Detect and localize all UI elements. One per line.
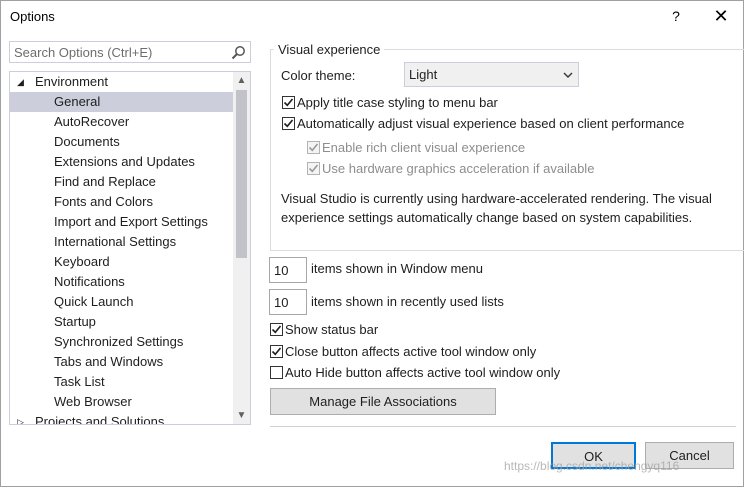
tree-item[interactable]: Notifications bbox=[10, 272, 233, 292]
tree-item-label: Web Browser bbox=[54, 394, 132, 409]
window-title: Options bbox=[10, 9, 55, 24]
color-theme-select[interactable]: Light bbox=[404, 62, 579, 87]
options-tree[interactable]: ◢ Environment General AutoRecover Documents E… bbox=[9, 71, 251, 425]
tree-item-label: Extensions and Updates bbox=[54, 154, 195, 169]
auto-adjust-checkbox[interactable] bbox=[282, 117, 295, 130]
tree-item-label: Tabs and Windows bbox=[54, 354, 164, 369]
checkmark-icon bbox=[271, 325, 282, 334]
expanded-arrow-icon[interactable]: ◢ bbox=[17, 72, 24, 92]
show-status-bar-checkbox[interactable] bbox=[270, 323, 283, 336]
tree-item-label: Fonts and Colors bbox=[54, 194, 153, 209]
tree-item[interactable]: AutoRecover bbox=[10, 112, 233, 132]
show-status-bar-label: Show status bar bbox=[285, 322, 379, 337]
window-menu-items-box[interactable] bbox=[269, 257, 307, 283]
tree-item-label: Environment bbox=[35, 74, 108, 89]
auto-hide-label: Auto Hide button affects active tool win… bbox=[285, 365, 561, 380]
tree-item-label: General bbox=[54, 94, 101, 109]
scroll-up-icon[interactable]: ▲ bbox=[233, 73, 250, 89]
checkmark-icon bbox=[283, 119, 294, 128]
manage-file-associations-button[interactable]: Manage File Associations bbox=[270, 388, 496, 415]
tree-item[interactable]: Fonts and Colors bbox=[10, 192, 233, 212]
tree-item-label: International Settings bbox=[54, 234, 177, 249]
tree-item[interactable]: Quick Launch bbox=[10, 292, 233, 312]
hw-accel-checkbox bbox=[307, 162, 320, 175]
rich-client-checkbox bbox=[307, 141, 320, 154]
tree-item[interactable]: Startup bbox=[10, 312, 233, 332]
tree-item[interactable]: Keyboard bbox=[10, 252, 233, 272]
tree-item[interactable]: Synchronized Settings bbox=[10, 332, 233, 352]
color-theme-value: Light bbox=[409, 67, 438, 82]
close-button[interactable]: ✕ bbox=[706, 3, 736, 29]
recent-list-items-input[interactable] bbox=[270, 290, 306, 314]
tree-item-label: Find and Replace bbox=[54, 174, 156, 189]
apply-title-case-label: Apply title case styling to menu bar bbox=[297, 95, 498, 110]
search-icon[interactable] bbox=[231, 45, 246, 60]
hw-accel-label: Use hardware graphics acceleration if av… bbox=[322, 161, 595, 176]
tree-item[interactable]: International Settings bbox=[10, 232, 233, 252]
collapsed-arrow-icon[interactable]: ▷ bbox=[17, 412, 24, 424]
checkmark-icon bbox=[283, 98, 294, 107]
apply-title-case-checkbox[interactable] bbox=[282, 96, 295, 109]
tree-item[interactable]: General bbox=[10, 92, 233, 112]
tree-item-label: Import and Export Settings bbox=[54, 214, 208, 229]
options-dialog: Options ? ✕ ◢ Environment General AutoRecov… bbox=[0, 0, 744, 487]
tree-item-label: Startup bbox=[54, 314, 96, 329]
tree-item[interactable]: Extensions and Updates bbox=[10, 152, 233, 172]
checkmark-icon bbox=[308, 143, 319, 152]
watermark: https://blog.csdn.net/chengyq116 bbox=[504, 459, 680, 473]
close-button-label: Close button affects active tool window … bbox=[285, 344, 537, 359]
tree-item[interactable]: Task List bbox=[10, 372, 233, 392]
tree-item[interactable]: Web Browser bbox=[10, 392, 233, 412]
checkmark-icon bbox=[308, 164, 319, 173]
auto-adjust-label: Automatically adjust visual experience b… bbox=[297, 116, 685, 131]
search-box[interactable] bbox=[9, 41, 251, 63]
help-button[interactable]: ? bbox=[661, 3, 691, 29]
search-input[interactable] bbox=[10, 42, 226, 62]
checkmark-icon bbox=[271, 347, 282, 356]
scroll-thumb[interactable] bbox=[236, 90, 247, 258]
recent-list-items-box[interactable] bbox=[269, 289, 307, 315]
window-menu-items-label: items shown in Window menu bbox=[311, 261, 483, 276]
tree-item-label: Task List bbox=[54, 374, 105, 389]
tree-item[interactable]: Find and Replace bbox=[10, 172, 233, 192]
rich-client-label: Enable rich client visual experience bbox=[322, 140, 526, 155]
tree-item-label: Synchronized Settings bbox=[54, 334, 184, 349]
recent-list-items-label: items shown in recently used lists bbox=[311, 294, 504, 309]
close-button-checkbox[interactable] bbox=[270, 345, 283, 358]
color-theme-label: Color theme: bbox=[281, 68, 356, 83]
tree-item-label: Documents bbox=[54, 134, 120, 149]
tree-item-label: Quick Launch bbox=[54, 294, 134, 309]
tree-item[interactable]: Tabs and Windows bbox=[10, 352, 233, 372]
chevron-down-icon bbox=[563, 72, 573, 78]
tree-item-label: Keyboard bbox=[54, 254, 110, 269]
tree-item[interactable]: Documents bbox=[10, 132, 233, 152]
scroll-down-icon[interactable]: ▼ bbox=[233, 408, 250, 424]
auto-hide-checkbox[interactable] bbox=[270, 366, 283, 379]
window-menu-items-input[interactable] bbox=[270, 258, 306, 282]
divider bbox=[270, 426, 736, 427]
title-bar: Options ? ✕ bbox=[1, 1, 743, 31]
tree-node[interactable]: ▷ Projects and Solutions bbox=[10, 412, 233, 425]
group-title: Visual experience bbox=[274, 42, 385, 57]
tree-scrollbar[interactable]: ▲ ▼ bbox=[233, 72, 250, 424]
tree-item-label: Projects and Solutions bbox=[35, 414, 165, 425]
tree-item-label: AutoRecover bbox=[54, 114, 130, 129]
tree-item-label: Notifications bbox=[54, 274, 125, 289]
rendering-note: Visual Studio is currently using hardwar… bbox=[281, 191, 712, 225]
tree-item[interactable]: Import and Export Settings bbox=[10, 212, 233, 232]
tree-node[interactable]: ◢ Environment bbox=[10, 72, 233, 92]
